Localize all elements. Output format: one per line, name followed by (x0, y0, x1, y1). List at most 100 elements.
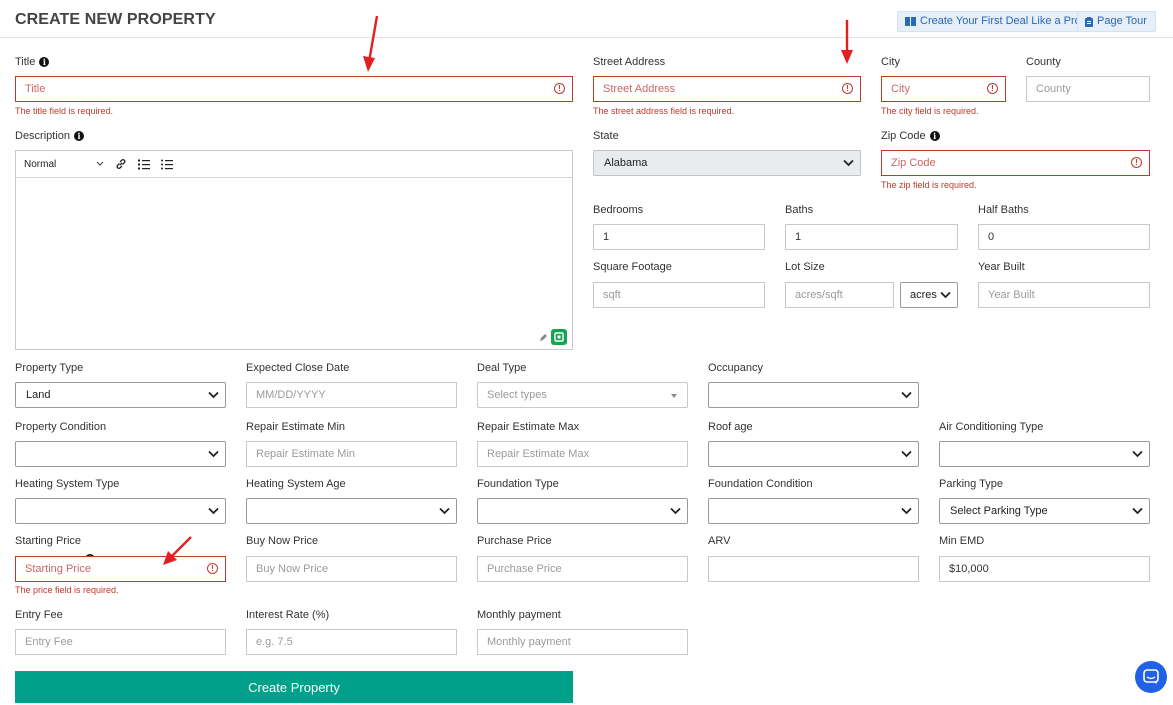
ac-type-select[interactable] (939, 441, 1150, 467)
info-icon[interactable]: i (929, 131, 940, 141)
ordered-list-button[interactable] (134, 159, 154, 170)
buy-now-price-input[interactable] (256, 557, 447, 581)
entry-fee-input[interactable] (25, 630, 216, 654)
lot-size-unit-select[interactable]: acres (900, 282, 958, 308)
repair-max-field[interactable] (477, 441, 688, 467)
chevron-down-icon (901, 391, 912, 399)
half-baths-label: Half Baths (978, 204, 1029, 216)
info-icon[interactable]: i (74, 131, 85, 141)
county-input[interactable] (1036, 77, 1140, 101)
repair-min-label: Repair Estimate Min (246, 421, 346, 433)
purchase-price-label: Purchase Price (477, 535, 552, 547)
purchase-price-input[interactable] (487, 557, 678, 581)
create-first-deal-label: Create Your First Deal Like a Pro (920, 15, 1081, 27)
county-field[interactable] (1026, 76, 1150, 102)
foundation-type-select[interactable] (477, 498, 688, 524)
close-date-field[interactable] (246, 382, 457, 408)
title-input[interactable] (25, 77, 563, 101)
lot-size-field[interactable] (785, 282, 894, 308)
roof-age-select[interactable] (708, 441, 919, 467)
arv-label: ARV (708, 535, 731, 547)
zip-code-field[interactable]: ! (881, 150, 1150, 176)
ordered-list-icon (138, 159, 150, 169)
city-error: The city field is required. (881, 106, 979, 116)
square-footage-field[interactable] (593, 282, 765, 308)
city-label: City (881, 56, 900, 68)
close-date-input[interactable] (256, 383, 447, 407)
error-icon: ! (842, 83, 853, 94)
property-condition-label: Property Condition (15, 421, 107, 433)
bedrooms-field[interactable] (593, 224, 765, 250)
repair-min-input[interactable] (256, 442, 447, 466)
half-baths-input[interactable] (988, 225, 1140, 249)
zip-label: Zip Code i (881, 130, 940, 142)
half-baths-field[interactable] (978, 224, 1150, 250)
chevron-down-icon (843, 159, 854, 167)
zip-code-input[interactable] (891, 151, 1140, 175)
link-button[interactable] (111, 158, 131, 170)
page-tour-button[interactable]: Page Tour (1077, 11, 1156, 32)
min-emd-input[interactable] (949, 557, 1140, 581)
buy-now-price-field[interactable] (246, 556, 457, 582)
street-address-input[interactable] (603, 77, 851, 101)
property-condition-select[interactable] (15, 441, 226, 467)
starting-price-field[interactable]: ! (15, 556, 226, 582)
chat-icon (1143, 669, 1159, 684)
chevron-down-icon (208, 391, 219, 399)
interest-rate-input[interactable] (256, 630, 447, 654)
create-first-deal-button[interactable]: Create Your First Deal Like a Pro (897, 11, 1090, 32)
chat-widget-button[interactable] (1135, 661, 1167, 693)
street-address-field[interactable]: ! (593, 76, 861, 102)
square-footage-label: Square Footage (593, 261, 672, 273)
state-select[interactable]: Alabama (593, 150, 861, 176)
clipboard-icon (1085, 16, 1093, 27)
page-tour-label: Page Tour (1097, 15, 1147, 27)
monthly-payment-field[interactable] (477, 629, 688, 655)
purchase-price-field[interactable] (477, 556, 688, 582)
year-built-label: Year Built (978, 261, 1025, 273)
grammarly-widget[interactable] (539, 329, 567, 345)
monthly-payment-input[interactable] (487, 630, 678, 654)
square-footage-input[interactable] (603, 283, 755, 307)
city-field[interactable]: ! (881, 76, 1006, 102)
year-built-input[interactable] (988, 283, 1140, 307)
foundation-condition-label: Foundation Condition (708, 478, 813, 490)
deal-type-select[interactable]: Select types (477, 382, 688, 408)
parking-type-select[interactable]: Select Parking Type (939, 498, 1150, 524)
description-editor[interactable]: Normal (15, 150, 573, 350)
repair-max-input[interactable] (487, 442, 678, 466)
min-emd-field[interactable] (939, 556, 1150, 582)
editor-body[interactable] (16, 178, 572, 349)
title-field[interactable]: ! (15, 76, 573, 102)
caret-down-icon (671, 394, 677, 398)
entry-fee-field[interactable] (15, 629, 226, 655)
arv-field[interactable] (708, 556, 919, 582)
bullet-list-button[interactable] (157, 159, 177, 170)
arv-input[interactable] (718, 557, 909, 581)
bedrooms-input[interactable] (603, 225, 755, 249)
year-built-field[interactable] (978, 282, 1150, 308)
street-label: Street Address (593, 56, 666, 68)
heating-type-select[interactable] (15, 498, 226, 524)
foundation-condition-select[interactable] (708, 498, 919, 524)
street-address-error: The street address field is required. (593, 106, 735, 116)
lot-size-input[interactable] (795, 283, 884, 307)
ac-type-label: Air Conditioning Type (939, 421, 1044, 433)
baths-field[interactable] (785, 224, 958, 250)
create-property-button[interactable]: Create Property (15, 671, 573, 703)
info-icon[interactable]: i (39, 57, 50, 67)
title-label: Title i (15, 56, 50, 68)
baths-input[interactable] (795, 225, 948, 249)
heating-age-select[interactable] (246, 498, 457, 524)
format-select[interactable]: Normal (24, 159, 104, 170)
interest-rate-field[interactable] (246, 629, 457, 655)
city-input[interactable] (891, 77, 996, 101)
occupancy-select[interactable] (708, 382, 919, 408)
chevron-down-icon (96, 161, 104, 166)
bullet-list-icon (161, 159, 173, 169)
repair-min-field[interactable] (246, 441, 457, 467)
property-type-select[interactable]: Land (15, 382, 226, 408)
editor-toolbar: Normal (16, 151, 572, 178)
error-icon: ! (1131, 157, 1142, 168)
error-icon: ! (207, 563, 218, 574)
